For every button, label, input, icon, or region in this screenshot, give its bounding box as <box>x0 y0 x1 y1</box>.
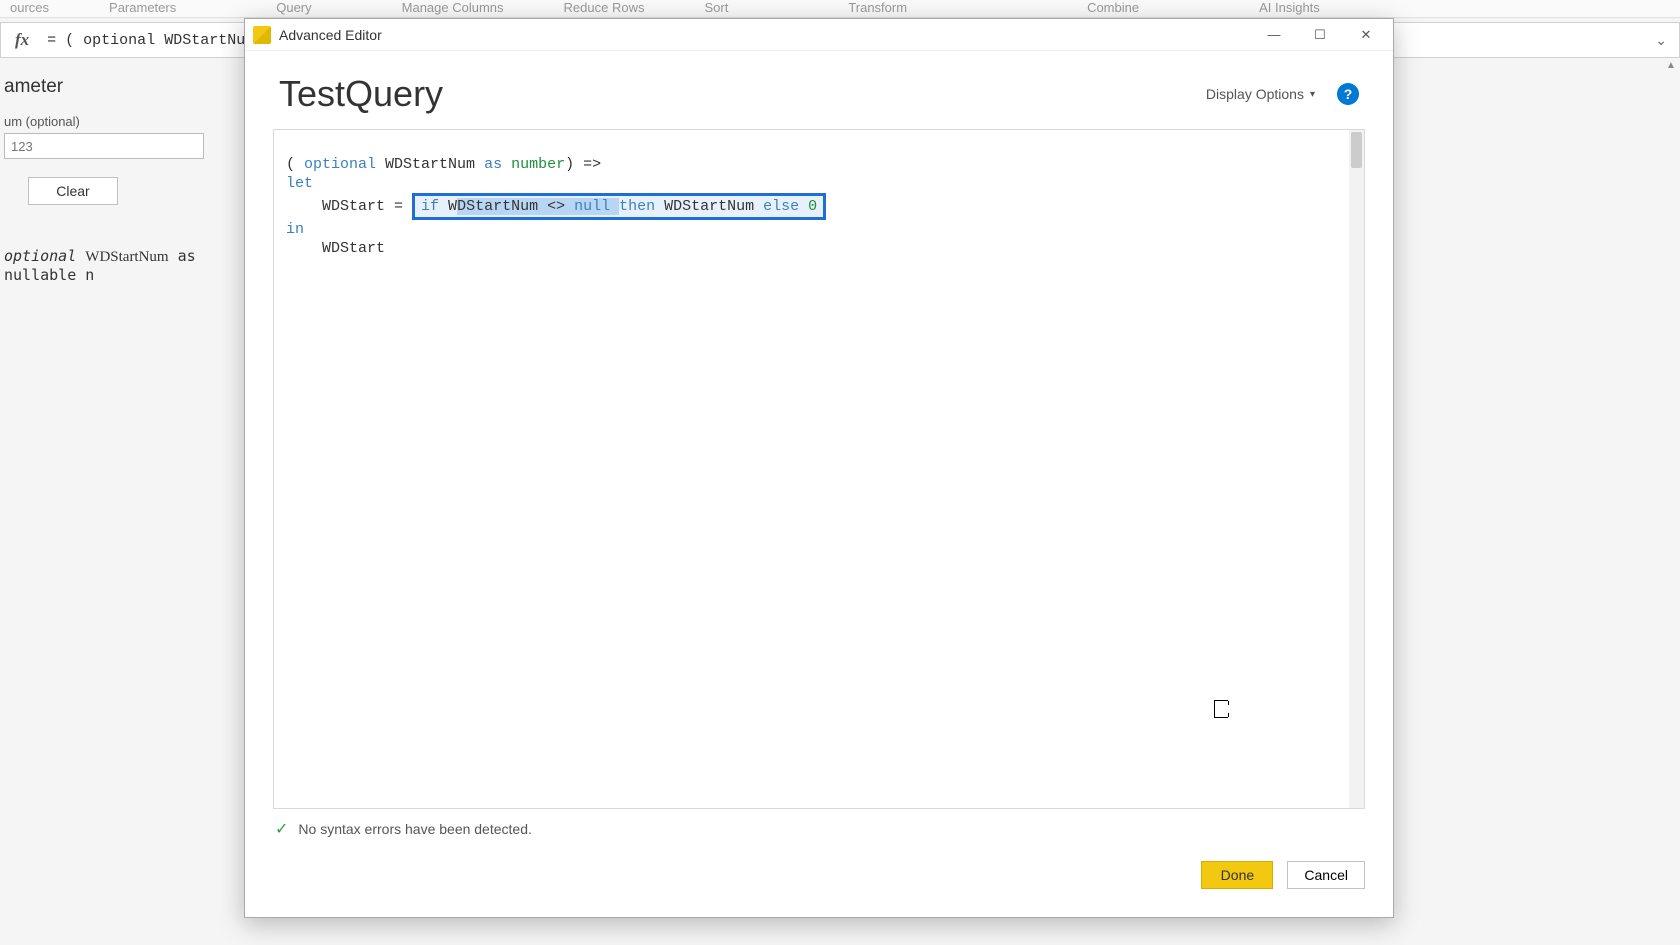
ribbon-item[interactable]: Parameters <box>109 0 176 15</box>
display-options-dropdown[interactable]: Display Options ▾ <box>1206 86 1315 102</box>
vertical-scrollbar[interactable]: ▲ <box>1664 60 1678 260</box>
ribbon-item[interactable]: Sort <box>704 0 728 15</box>
advanced-editor-dialog: Advanced Editor — ☐ ✕ TestQuery Display … <box>244 18 1394 918</box>
close-button[interactable]: ✕ <box>1343 20 1389 50</box>
status-row: ✓ No syntax errors have been detected. <box>245 809 1393 843</box>
text-cursor-icon <box>1214 700 1228 718</box>
ribbon-item[interactable]: AI Insights <box>1259 0 1320 15</box>
ribbon-item[interactable]: Reduce Rows <box>564 0 645 15</box>
window-title: Advanced Editor <box>279 27 1251 43</box>
expand-chevron-icon[interactable]: ⌄ <box>1655 32 1667 49</box>
checkmark-icon: ✓ <box>275 819 288 839</box>
panel-heading: ameter <box>4 76 236 98</box>
chevron-down-icon: ▾ <box>1310 89 1315 100</box>
minimize-button[interactable]: — <box>1251 20 1297 50</box>
ribbon-tabs: ources Parameters Query Manage Columns R… <box>0 0 1680 18</box>
maximize-button[interactable]: ☐ <box>1297 20 1343 50</box>
parameter-panel: ameter um (optional) Clear optional WDSt… <box>0 68 240 292</box>
titlebar: Advanced Editor — ☐ ✕ <box>245 19 1393 51</box>
app-icon <box>253 26 271 44</box>
signature-text: optional WDStartNum as nullable n <box>4 247 236 284</box>
field-label: um (optional) <box>4 114 236 129</box>
help-button[interactable]: ? <box>1337 83 1359 105</box>
ribbon-item[interactable]: ources <box>10 0 49 15</box>
dialog-footer: Done Cancel <box>245 843 1393 917</box>
query-name-heading: TestQuery <box>279 73 1206 115</box>
ribbon-item[interactable]: Combine <box>1087 0 1139 15</box>
clear-button[interactable]: Clear <box>28 177 118 205</box>
fx-icon[interactable]: fx <box>15 30 29 50</box>
done-button[interactable]: Done <box>1201 861 1273 889</box>
status-text: No syntax errors have been detected. <box>298 821 531 837</box>
cancel-button[interactable]: Cancel <box>1287 861 1365 889</box>
ribbon-item[interactable]: Transform <box>848 0 907 15</box>
ribbon-item[interactable]: Query <box>276 0 311 15</box>
code-editor[interactable]: ( optional WDStartNum as number) => let … <box>273 129 1365 809</box>
formula-text[interactable]: = ( optional WDStartNum a <box>47 32 272 49</box>
parameter-input[interactable] <box>4 133 204 159</box>
editor-scrollbar[interactable] <box>1349 130 1364 808</box>
ribbon-item[interactable]: Manage Columns <box>402 0 504 15</box>
